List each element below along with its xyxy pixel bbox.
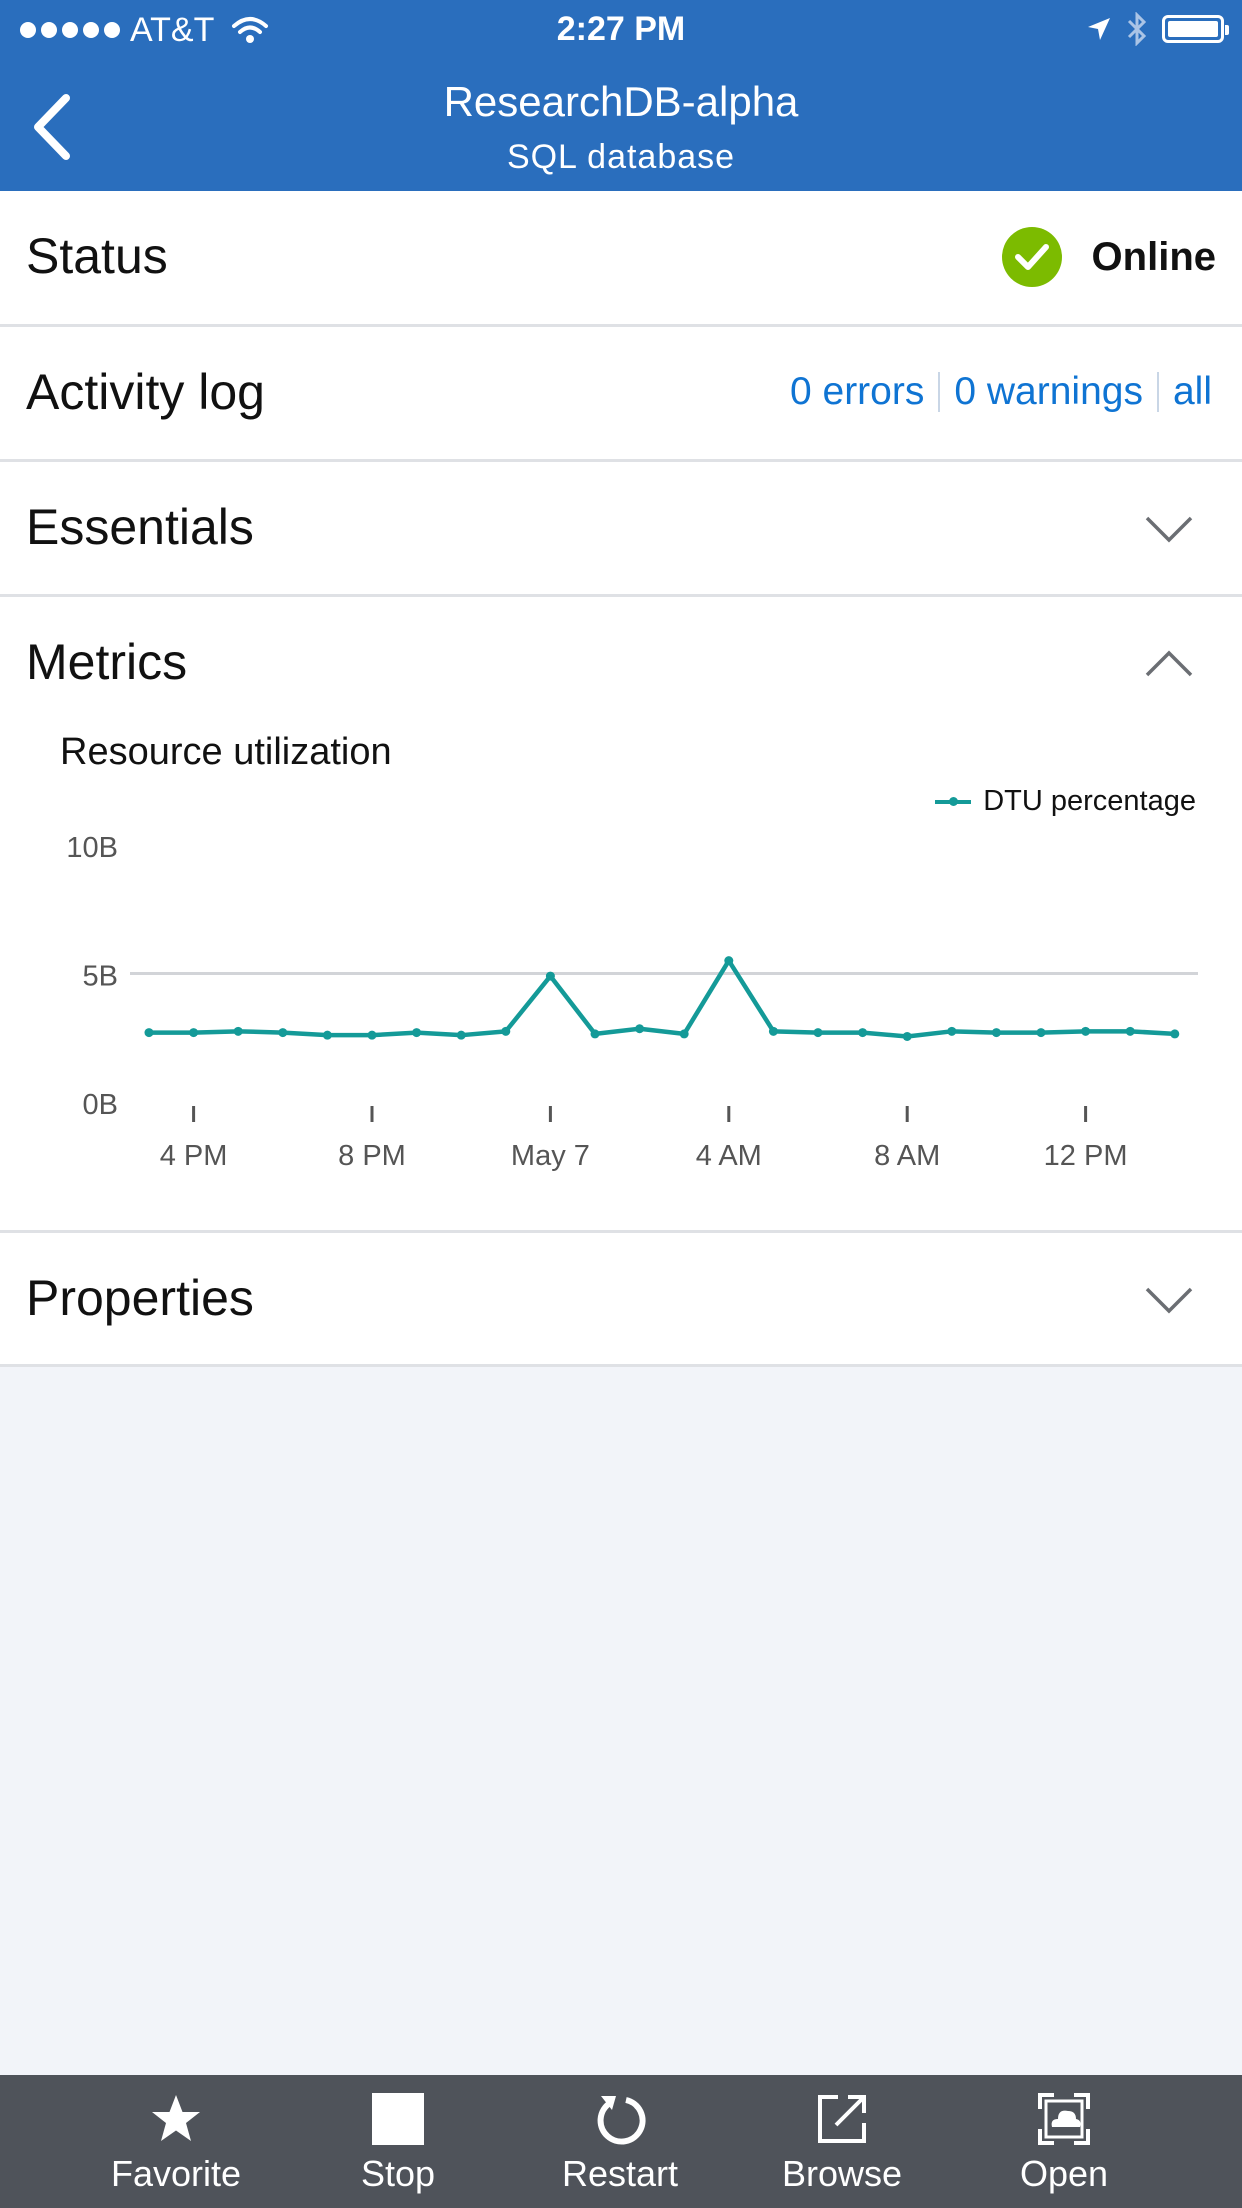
battery-icon: [1162, 15, 1229, 43]
link-separator: [938, 372, 941, 412]
status-bar-right: [1086, 12, 1229, 46]
browse-label: Browse: [781, 2153, 903, 2194]
open-label: Open: [1019, 2153, 1109, 2194]
data-point: [1125, 1026, 1135, 1036]
data-point: [412, 1028, 422, 1038]
data-point: [991, 1028, 1001, 1038]
link-separator: [1156, 372, 1159, 412]
data-point: [947, 1026, 957, 1036]
data-point: [1036, 1028, 1046, 1038]
resource-utilization-chart[interactable]: 0B 5B 10B 4 PM 8 PM May 7 4 AM 8 AM 12 PM: [0, 820, 1242, 1190]
data-point: [456, 1030, 466, 1040]
bluetooth-icon: [1127, 12, 1147, 46]
page-subtitle: SQL database: [506, 138, 736, 176]
data-point: [858, 1028, 868, 1038]
activity-log-label: Activity log: [26, 364, 265, 420]
data-point: [635, 1024, 645, 1034]
favorite-button[interactable]: Favorite: [76, 2075, 276, 2208]
external-link-icon: [818, 2095, 866, 2143]
properties-row[interactable]: Properties: [0, 1233, 1242, 1366]
essentials-label: Essentials: [26, 499, 254, 555]
data-point: [545, 971, 555, 981]
favorite-label: Favorite: [110, 2153, 242, 2194]
restart-label: Restart: [561, 2153, 679, 2194]
browse-button[interactable]: Browse: [742, 2075, 942, 2208]
x-tick-label: 8 PM: [338, 1140, 406, 1172]
open-button[interactable]: Open: [964, 2075, 1164, 2208]
legend-label: DTU percentage: [983, 785, 1196, 817]
chart-legend: DTU percentage: [935, 785, 1196, 818]
restart-button[interactable]: Restart: [520, 2075, 720, 2208]
y-tick-label: 10B: [66, 832, 118, 864]
activity-log-row[interactable]: Activity log 0 errors 0 warnings all: [0, 327, 1242, 460]
essentials-row[interactable]: Essentials: [0, 462, 1242, 595]
all-link[interactable]: all: [1173, 370, 1212, 414]
data-point: [278, 1028, 288, 1038]
data-point: [501, 1026, 511, 1036]
y-tick-label: 5B: [83, 961, 118, 993]
data-point: [233, 1026, 243, 1036]
open-cloud-icon: [1038, 2093, 1090, 2145]
data-point: [768, 1026, 778, 1036]
chevron-down-icon[interactable]: [1144, 514, 1194, 544]
status-indicator: Online: [1001, 227, 1216, 287]
page-title: ResearchDB-alpha: [443, 78, 799, 125]
bottom-toolbar: Favorite Stop Restart Browse Open: [0, 2075, 1242, 2208]
location-arrow-icon: [1088, 18, 1110, 40]
stop-label: Stop: [360, 2153, 436, 2194]
legend-swatch: [935, 796, 972, 806]
status-row: Status Online: [0, 191, 1242, 324]
data-point: [144, 1028, 154, 1038]
status-label: Status: [26, 228, 168, 284]
metrics-row[interactable]: Metrics: [0, 597, 1242, 730]
properties-label: Properties: [26, 1270, 254, 1326]
stop-button[interactable]: Stop: [298, 2075, 498, 2208]
x-tick-label: May 7: [511, 1140, 590, 1172]
data-point: [1170, 1029, 1180, 1039]
status-bar: AT&T 2:27 PM: [0, 0, 1242, 60]
data-point: [679, 1029, 689, 1039]
star-icon: [152, 2095, 200, 2141]
warnings-link[interactable]: 0 warnings: [954, 370, 1143, 414]
data-point: [1081, 1026, 1091, 1036]
x-tick-label: 4 AM: [696, 1140, 762, 1172]
stop-square-icon: [372, 2093, 424, 2145]
data-point: [813, 1028, 823, 1038]
clock: 2:27 PM: [556, 10, 686, 48]
x-tick-label: 4 PM: [160, 1140, 228, 1172]
chevron-up-icon[interactable]: [1144, 649, 1194, 679]
x-tick-label: 8 AM: [874, 1140, 940, 1172]
data-point: [902, 1031, 912, 1041]
divider: [0, 1364, 1242, 1367]
restart-icon: [597, 2096, 646, 2145]
errors-link[interactable]: 0 errors: [790, 370, 924, 414]
header-bar: AT&T 2:27 PM ResearchDB-alpha SQL databa…: [0, 0, 1242, 191]
data-point: [322, 1030, 332, 1040]
data-point: [590, 1029, 600, 1039]
activity-log-links: 0 errors 0 warnings all: [790, 370, 1212, 414]
status-value: Online: [1091, 234, 1216, 279]
checkmark-icon: [1001, 227, 1062, 287]
chart-title: Resource utilization: [60, 731, 392, 773]
data-point: [189, 1028, 199, 1038]
data-point: [367, 1030, 377, 1040]
y-tick-label: 0B: [83, 1089, 118, 1121]
x-tick-label: 12 PM: [1044, 1140, 1128, 1172]
metrics-label: Metrics: [26, 634, 188, 690]
data-point: [724, 956, 734, 966]
chevron-down-icon[interactable]: [1144, 1285, 1194, 1315]
